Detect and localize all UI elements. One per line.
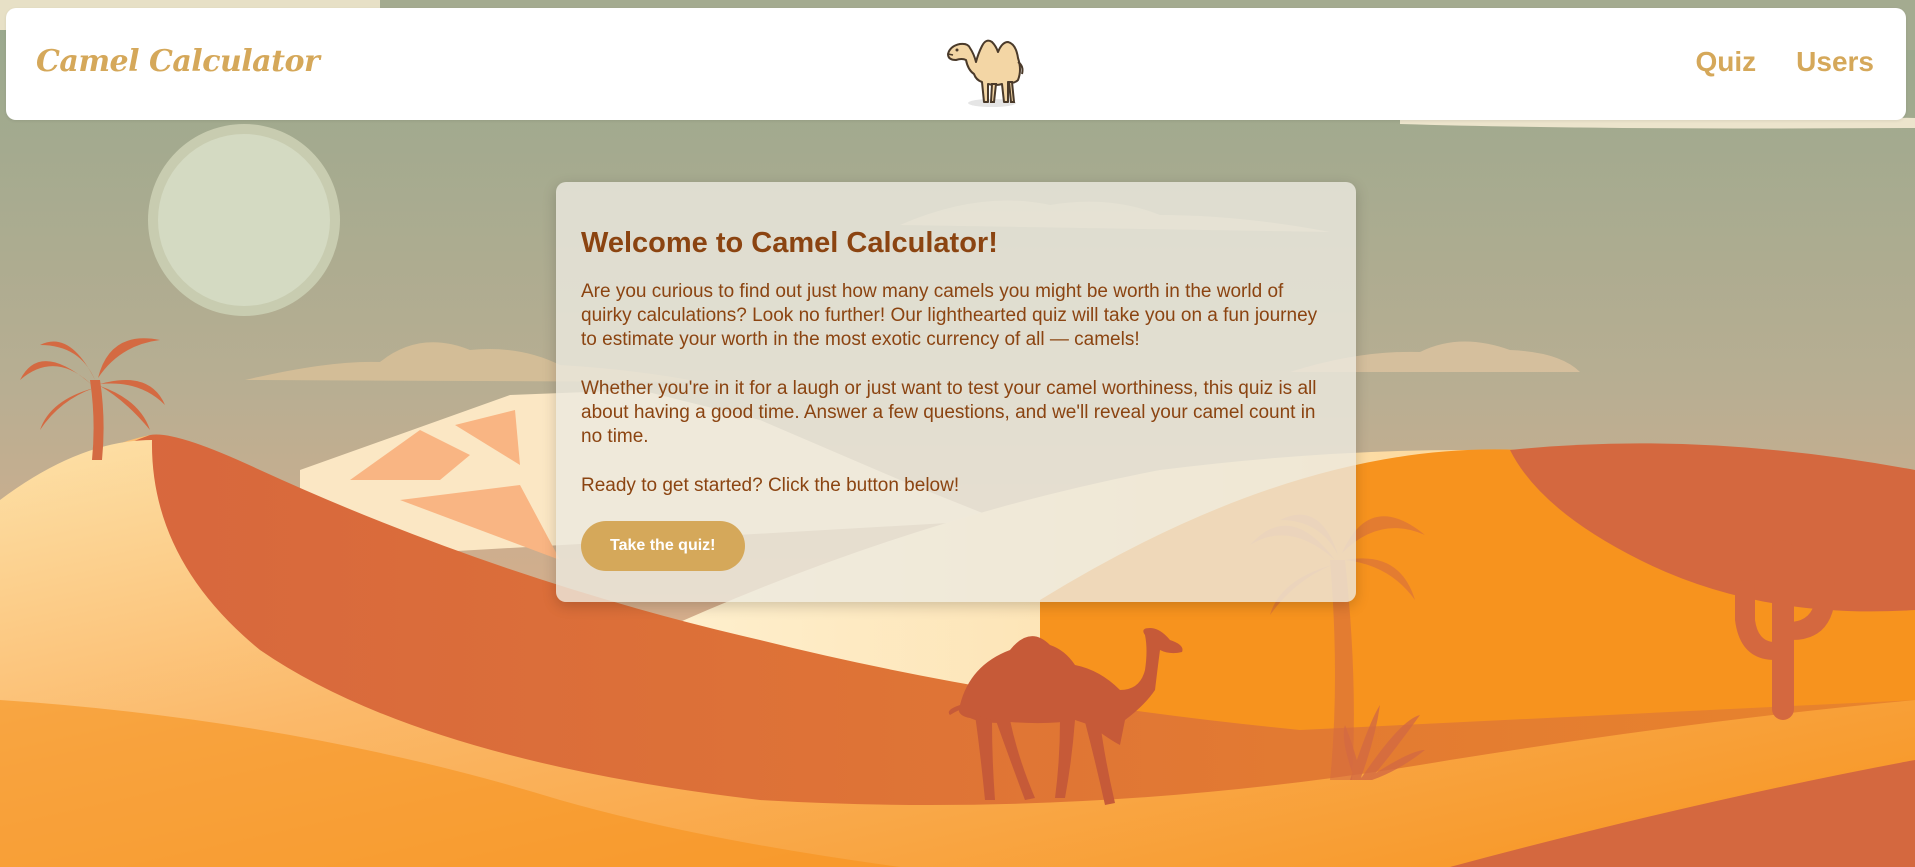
top-navbar: Camel Calculator Quiz Users — [6, 8, 1906, 120]
nav-links: Quiz Users — [1695, 46, 1874, 78]
brand-logo-link[interactable]: Camel Calculator — [36, 44, 320, 79]
welcome-card: Welcome to Camel Calculator! Are you cur… — [556, 182, 1356, 602]
camel-icon — [947, 39, 1024, 107]
description-paragraph: Whether you're in it for a laugh or just… — [581, 378, 1317, 447]
intro-paragraph: Are you curious to find out just how man… — [581, 281, 1318, 350]
nav-link-users[interactable]: Users — [1796, 46, 1874, 78]
page-title: Welcome to Camel Calculator! — [581, 227, 998, 259]
prompt-paragraph: Ready to get started? Click the button b… — [581, 475, 960, 496]
take-quiz-button[interactable]: Take the quiz! — [581, 521, 745, 571]
nav-link-quiz[interactable]: Quiz — [1695, 46, 1756, 78]
